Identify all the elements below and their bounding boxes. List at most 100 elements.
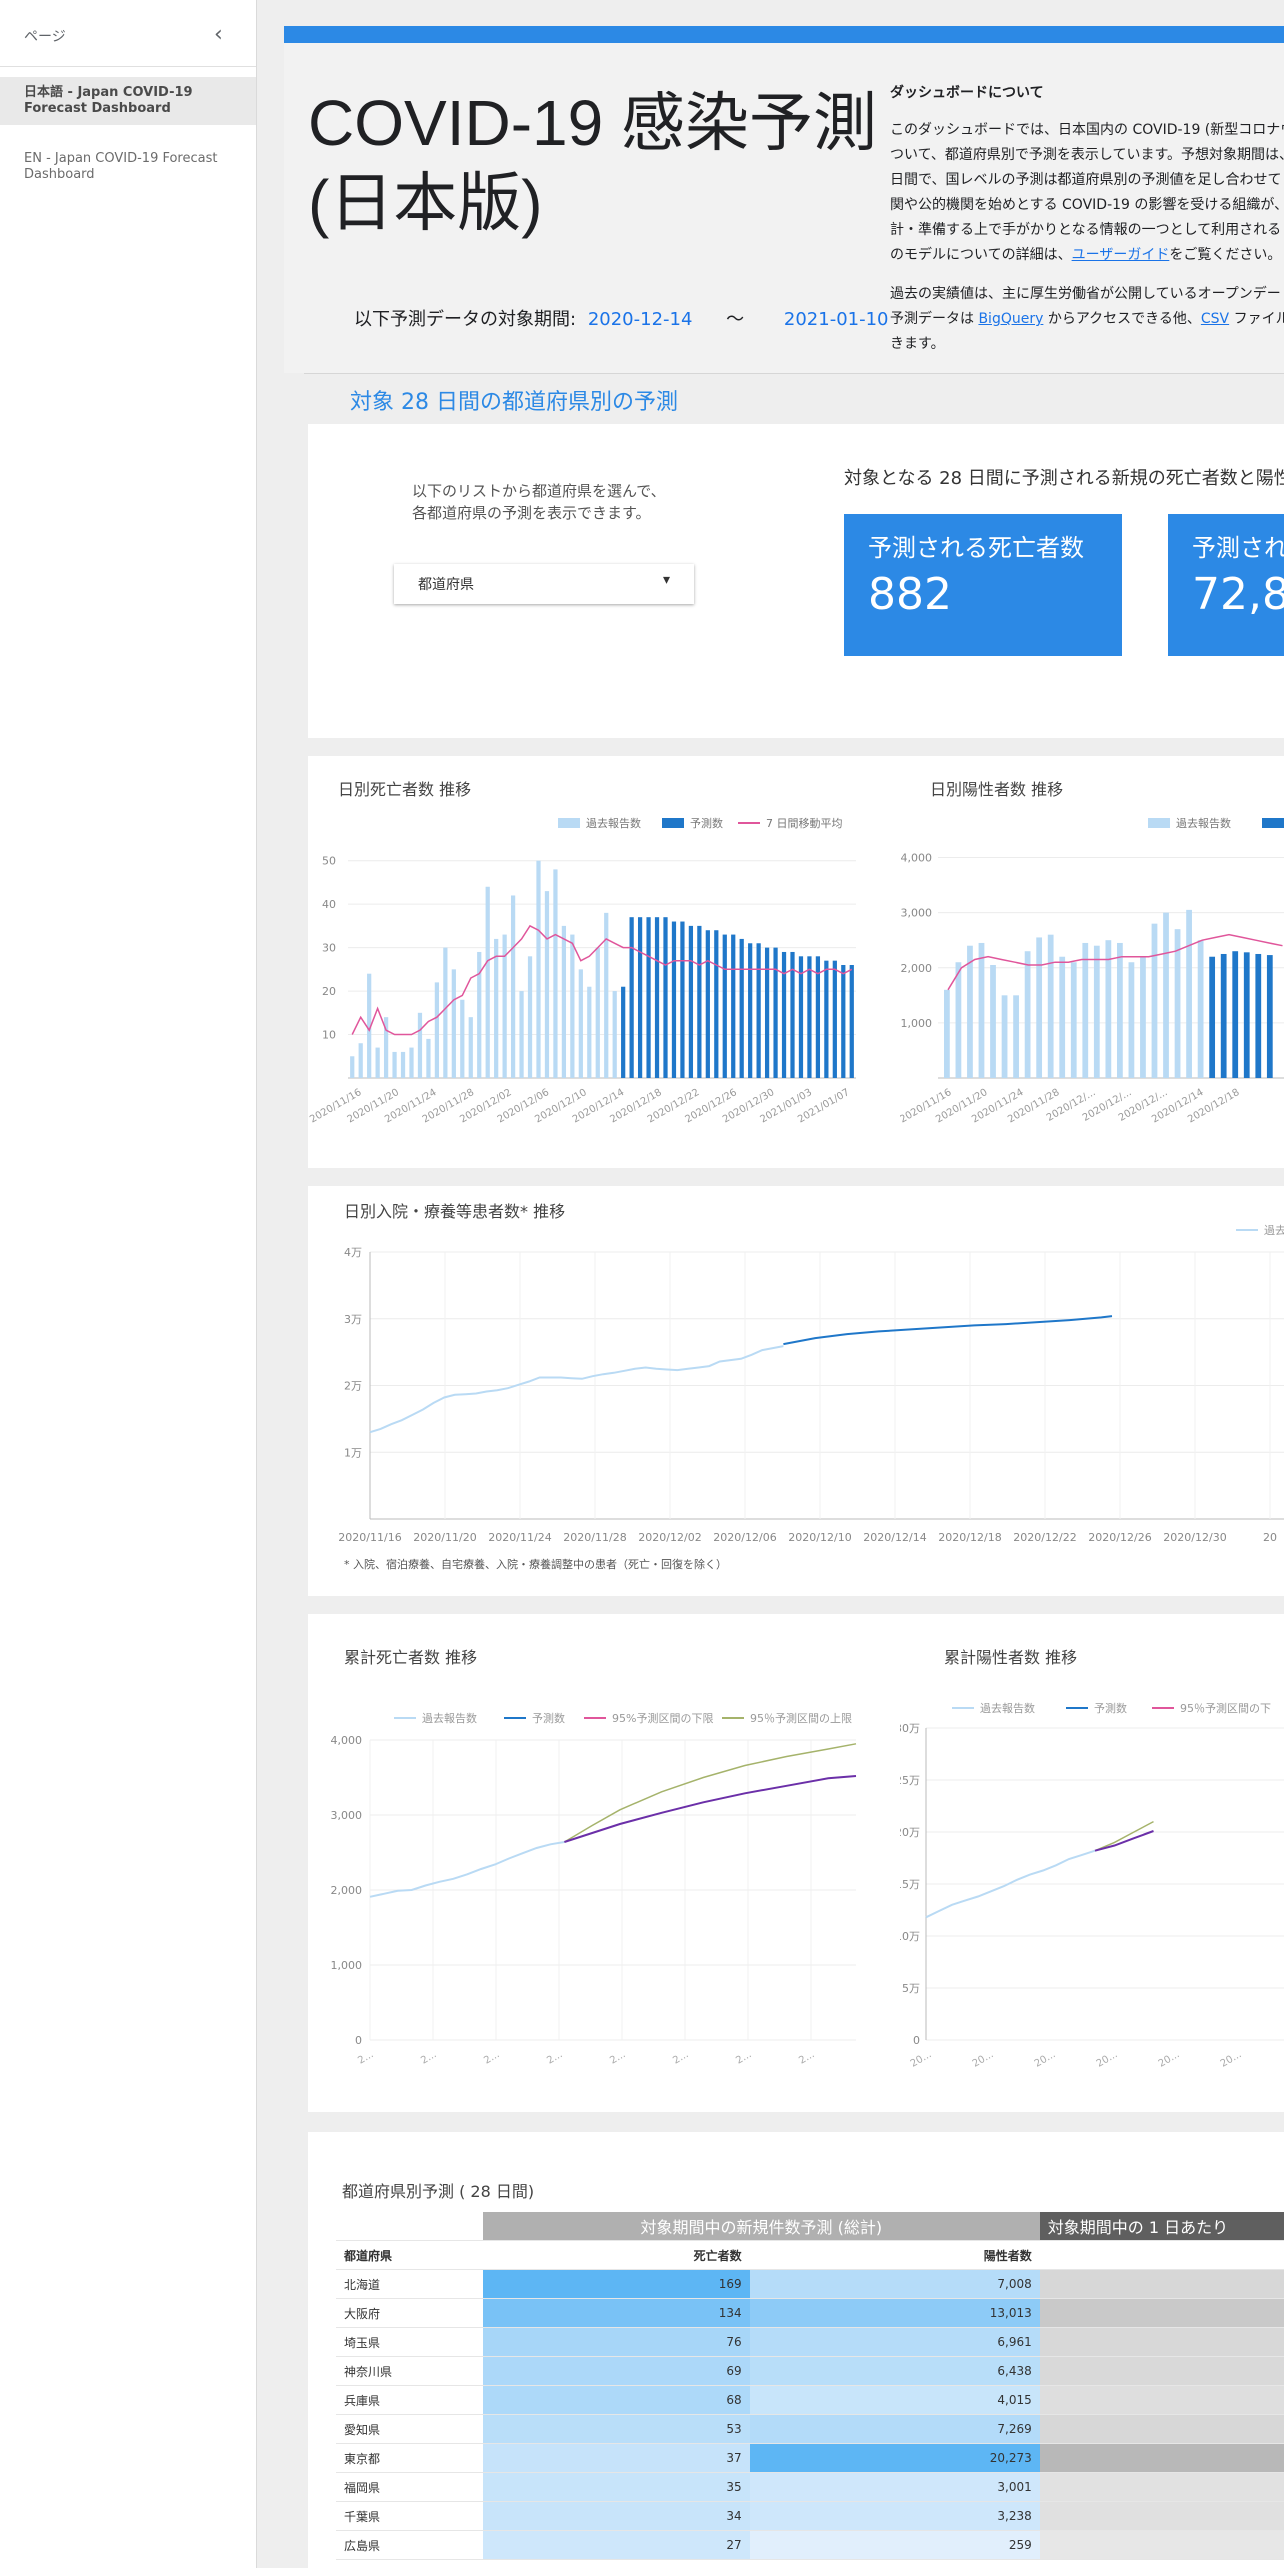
kpi-deaths-value: 882: [868, 569, 952, 620]
user-guide-link[interactable]: ユーザーガイド: [1072, 247, 1170, 263]
table-row[interactable]: 福岡県 35 3,001: [336, 2472, 1284, 2502]
forecast-period: 以下予測データの対象期間: 2020-12-14 〜 2021-01-10: [354, 305, 889, 331]
bar-past: [1186, 909, 1192, 1078]
chart-legend: 過去報告数 予測数 7 日間移動平均: [558, 816, 843, 830]
csv-link[interactable]: CSV: [1201, 311, 1229, 327]
x-tick-label: 20...: [909, 2049, 934, 2070]
about-text: をご覧ください。: [1169, 247, 1282, 263]
x-tick-label: 20...: [1157, 2049, 1182, 2070]
x-tick-label: 2020/12/06: [713, 1531, 776, 1544]
cell-positives: 20,273: [749, 2443, 1040, 2473]
bar-past: [460, 999, 465, 1078]
bar-forecast: [824, 960, 829, 1078]
cell-deaths: 34: [482, 2501, 750, 2531]
x-tick-label: 20...: [1033, 2049, 1058, 2070]
hospital-footnote: * 入院、宿泊療養、自宅療養、入院・療養調整中の患者（死亡・回復を除く）: [344, 1558, 727, 1571]
kpi-deaths-label: 予測される死亡者数: [868, 534, 1084, 562]
table-row[interactable]: 神奈川県 69 6,438: [336, 2356, 1284, 2386]
table-row[interactable]: 兵庫県 68 4,015: [336, 2385, 1284, 2415]
bar-forecast: [697, 925, 702, 1078]
line-past: [369, 1841, 565, 1898]
bar-past: [426, 1038, 431, 1078]
y-tick-label: 10万: [900, 1930, 920, 1943]
legend-avg-label: 7 日間移動平均: [766, 816, 843, 830]
bar-forecast: [756, 943, 761, 1078]
hospital-chart: 過去 1万 2万 3万 4万 2020/11/16 2020/11/20 2020/11/2…: [338, 1224, 1284, 1544]
about-line: このダッシュボードでは、日本国内の COVID-19 (新型コロナウ: [890, 122, 1284, 138]
sidebar-item-japanese[interactable]: 日本語 - Japan COVID-19 Forecast Dashboard: [0, 77, 256, 125]
x-tick-label: 2020/12/26: [1088, 1531, 1151, 1544]
table-group-header-totals: 対象期間中の新規件数予測 (総計): [482, 2212, 1040, 2241]
page-title-line2: (日本版): [308, 167, 543, 239]
x-tick-label: 2020/12/02: [638, 1531, 701, 1544]
x-tick-label: 2020/11/24: [488, 1531, 551, 1544]
bar-forecast: [832, 960, 837, 1078]
cell-daily: [1039, 2385, 1284, 2415]
sidebar-item-english[interactable]: EN - Japan COVID-19 Forecast Dashboard: [0, 143, 256, 191]
table-row[interactable]: 愛知県 53 7,269: [336, 2414, 1284, 2444]
bar-forecast: [637, 917, 643, 1078]
bar-forecast: [654, 917, 660, 1078]
bar-forecast: [815, 956, 821, 1078]
x-tick-label: 2020/12/18: [938, 1531, 1001, 1544]
legend-swatch-past: [1148, 818, 1170, 828]
bar-past: [375, 1047, 380, 1078]
daily-deaths-title: 日別死亡者数 推移: [338, 780, 472, 799]
prefecture-selector-card: 以下のリストから都道府県を選んで、 各都道府県の予測を表示できます。 都道府県 …: [308, 424, 1284, 738]
bar-past: [1024, 951, 1031, 1078]
bar-past: [1001, 995, 1008, 1078]
bigquery-link[interactable]: BigQuery: [978, 311, 1043, 327]
legend-past-label: 過去報告数: [422, 1712, 477, 1725]
bar-past: [978, 942, 985, 1078]
bar-forecast: [621, 986, 626, 1078]
bar-past: [1093, 945, 1100, 1078]
period-label: 以下予測データの対象期間:: [354, 309, 577, 330]
bar-past: [1070, 962, 1077, 1078]
bar-past: [510, 895, 516, 1078]
legend-forecast-label: 予測数: [532, 1711, 565, 1725]
period-start-date[interactable]: 2020-12-14: [588, 309, 693, 330]
cell-daily: [1039, 2443, 1284, 2473]
prefecture-table: 対象期間中の新規件数予測 (総計) 対象期間中の 1 日あたり 都道府県 死亡者…: [336, 2212, 1284, 2560]
cell-prefecture: 福岡県: [336, 2472, 483, 2502]
table-row[interactable]: 埼玉県 76 6,961: [336, 2327, 1284, 2357]
table-row[interactable]: 大阪府 134 13,013: [336, 2298, 1284, 2328]
x-tick-label: 2...: [734, 2049, 753, 2066]
prefecture-dropdown[interactable]: 都道府県 ▾: [394, 564, 694, 604]
bar-forecast: [781, 951, 787, 1078]
y-tick-label: 4,000: [901, 852, 933, 865]
bar-past: [392, 1051, 397, 1078]
table-row[interactable]: 北海道 169 7,008: [336, 2269, 1284, 2299]
x-tick-label: 2020/11/28: [563, 1531, 626, 1544]
y-tick-label: 20: [322, 985, 336, 998]
column-header-prefecture[interactable]: 都道府県: [336, 2240, 483, 2270]
about-text: 予測データは: [890, 311, 979, 327]
bar-forecast: [714, 930, 719, 1078]
x-tick-label: 2020/11/16: [338, 1531, 401, 1544]
bar-forecast: [629, 917, 634, 1078]
table-row[interactable]: 千葉県 34 3,238: [336, 2501, 1284, 2531]
period-end-date[interactable]: 2021-01-10: [784, 309, 889, 330]
bar-forecast: [1220, 953, 1227, 1078]
selector-hint-line2: 各都道府県の予測を表示できます。: [412, 504, 651, 522]
about-text: からアクセスできる他、: [1043, 311, 1201, 327]
y-tick-label: 50: [322, 855, 336, 868]
cell-deaths: 37: [482, 2443, 750, 2473]
x-tick-label: 2...: [608, 2049, 627, 2066]
cell-positives: 3,001: [749, 2472, 1040, 2502]
column-header-deaths[interactable]: 死亡者数: [482, 2240, 750, 2270]
chevron-left-icon[interactable]: ‹: [214, 22, 223, 47]
main-content: COVID-19 感染予測 (日本版) 以下予測データの対象期間: 2020-1…: [282, 0, 1284, 2568]
bar-forecast: [705, 930, 710, 1078]
column-header-positives[interactable]: 陽性者数: [749, 2240, 1040, 2270]
table-row[interactable]: 東京都 37 20,273: [336, 2443, 1284, 2473]
bar-forecast: [688, 925, 694, 1078]
y-tick-label: 3,000: [901, 907, 933, 920]
y-tick-label: 3,000: [331, 1809, 363, 1822]
bar-forecast: [663, 917, 668, 1078]
cell-deaths: 27: [482, 2530, 750, 2560]
y-tick-label: 2万: [344, 1380, 362, 1393]
table-row[interactable]: 広島県 27 259: [336, 2530, 1284, 2560]
x-tick-label: 2020/12/22: [1013, 1531, 1076, 1544]
legend-swatch-forecast: [1262, 818, 1284, 828]
